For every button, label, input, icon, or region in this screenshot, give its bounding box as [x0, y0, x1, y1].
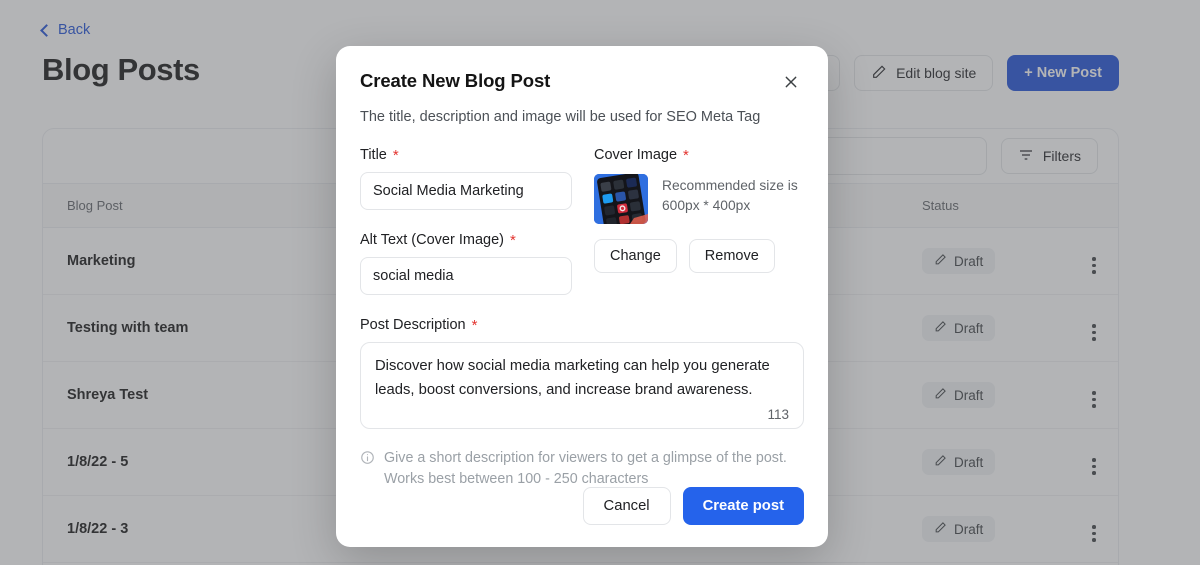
title-field-label: Title * — [360, 147, 572, 163]
title-input[interactable] — [360, 172, 572, 210]
post-description-block: Post Description * Discover how social m… — [360, 317, 804, 491]
social-media-phone-image — [594, 174, 648, 224]
dialog-header: Create New Blog Post — [360, 70, 804, 95]
form-right-column: Cover Image * Recommended size is 600px … — [594, 147, 804, 295]
cover-image-preview-row: Recommended size is 600px * 400px — [594, 174, 804, 224]
dialog-subtitle: The title, description and image will be… — [360, 109, 761, 125]
create-blog-post-dialog: Create New Blog Post The title, descript… — [336, 46, 828, 547]
required-asterisk: * — [392, 146, 399, 164]
cover-image-field-label: Cover Image * — [594, 147, 804, 163]
character-count: 113 — [767, 407, 789, 422]
post-description-value: Discover how social media marketing can … — [375, 358, 770, 398]
dialog-form: Title * Alt Text (Cover Image) * Cover I… — [360, 147, 804, 295]
remove-image-button[interactable]: Remove — [688, 239, 775, 273]
alt-text-input[interactable] — [360, 257, 572, 295]
dialog-footer: Cancel Create post — [582, 487, 804, 525]
cover-image-size-note: Recommended size is 600px * 400px — [662, 178, 798, 213]
alt-text-label-text: Alt Text (Cover Image) — [360, 232, 504, 248]
title-label-text: Title — [360, 147, 387, 163]
close-icon[interactable] — [778, 69, 804, 95]
required-asterisk: * — [509, 231, 516, 249]
post-description-label-text: Post Description — [360, 317, 466, 333]
cover-image-actions: Change Remove — [594, 239, 804, 273]
post-description-hint: Give a short description for viewers to … — [360, 448, 804, 491]
required-asterisk: * — [683, 146, 689, 164]
screen-root: Back Blog Posts Edit blog site + New Pos… — [0, 0, 1200, 565]
create-post-button[interactable]: Create post — [682, 487, 804, 525]
post-description-field-label: Post Description * — [360, 317, 804, 333]
change-image-button[interactable]: Change — [594, 239, 677, 273]
cover-image-thumbnail — [594, 174, 648, 224]
cover-image-label-text: Cover Image — [594, 147, 678, 163]
dialog-title: Create New Blog Post — [360, 70, 551, 91]
info-circle-icon — [360, 450, 375, 472]
post-description-textarea[interactable]: Discover how social media marketing can … — [360, 342, 804, 429]
cancel-button[interactable]: Cancel — [582, 487, 671, 525]
form-left-column: Title * Alt Text (Cover Image) * — [360, 147, 572, 295]
required-asterisk: * — [471, 316, 478, 334]
alt-text-field-label: Alt Text (Cover Image) * — [360, 232, 572, 248]
post-description-hint-text: Give a short description for viewers to … — [384, 450, 787, 488]
